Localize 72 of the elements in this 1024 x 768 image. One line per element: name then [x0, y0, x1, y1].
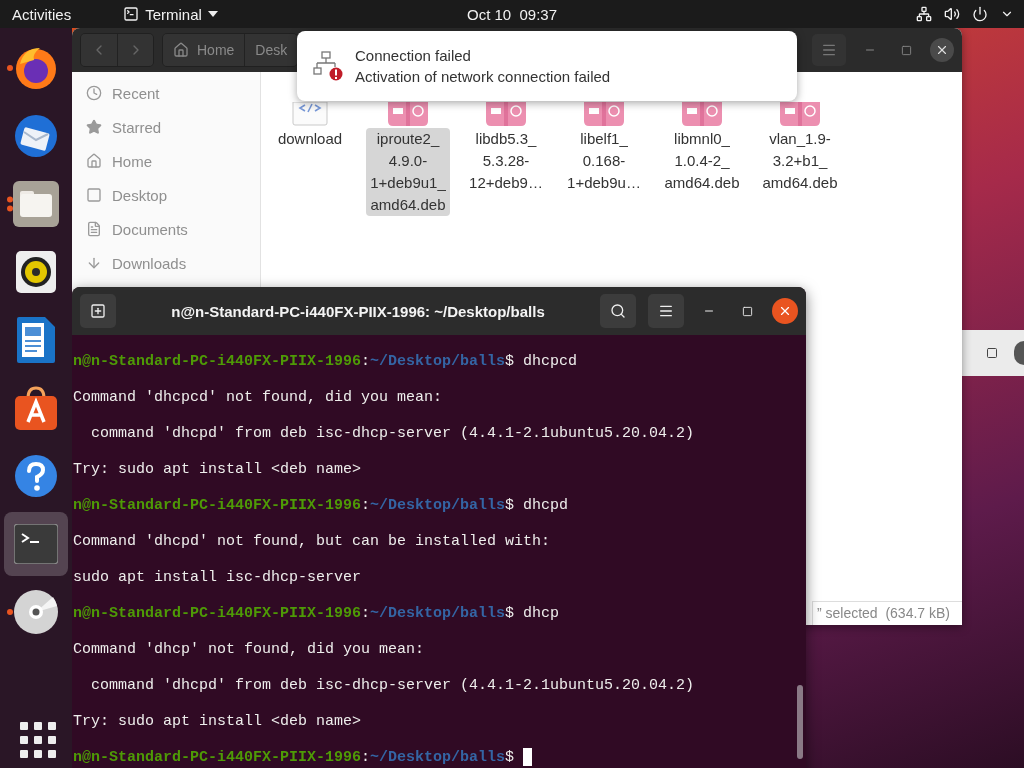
- volume-icon[interactable]: [944, 6, 960, 22]
- output-line: command 'dhcpd' from deb isc-dhcp-server (4.4.1-2.1ubuntu5.20.04.2): [90, 676, 695, 696]
- file-name[interactable]: libelf1_ 0.168- 1+deb9u…: [563, 128, 645, 194]
- close-icon: [778, 304, 792, 318]
- file-name[interactable]: vlan_1.9- 3.2+b1_ amd64.deb: [758, 128, 842, 194]
- help-icon: [14, 454, 58, 498]
- prompt-line: n@n-Standard-PC-i440FX-PIIX-1996:~/Desktop/balls$: [73, 740, 533, 768]
- maximize-icon[interactable]: [986, 347, 998, 359]
- output-line: command 'dhcpd' from deb isc-dhcp-server (4.4.1-2.1ubuntu5.20.04.2): [90, 424, 695, 444]
- speaker-icon: [16, 251, 56, 293]
- prompt-line: n@n-Standard-PC-i440FX-PIIX-1996:~/Desktop/balls$ dhcpd: [73, 496, 569, 516]
- network-error-icon: [313, 51, 343, 81]
- menu-icon: [658, 303, 674, 319]
- code-file-icon: [292, 102, 328, 126]
- package-icon: [486, 102, 526, 126]
- clock[interactable]: Oct 10 09:37: [466, 5, 558, 23]
- output-line: Command 'dhcpd' not found, but can be installed with:: [73, 532, 551, 552]
- terminal-icon: [123, 6, 140, 22]
- path-button[interactable]: Home: [163, 34, 245, 66]
- notification-title: Connection failed: [355, 47, 472, 64]
- power-icon[interactable]: [972, 6, 988, 22]
- new-tab-button[interactable]: [80, 294, 116, 328]
- file-name[interactable]: iproute2_ 4.9.0- 1+deb9u1_ amd64.deb: [366, 128, 450, 216]
- window-title: n@n-Standard-PC-i440FX-PIIX-1996: ~/Desktop/balls: [170, 302, 546, 320]
- app-grid-icon[interactable]: [18, 720, 54, 756]
- notification-body: Activation of network connection failed: [355, 68, 611, 85]
- maximize-icon: [900, 44, 912, 56]
- package-icon: [388, 102, 428, 126]
- file-name[interactable]: libdb5.3_ 5.3.28- 12+deb9…: [465, 128, 547, 194]
- download-icon: [86, 255, 102, 271]
- path-button[interactable]: Desk: [244, 34, 298, 66]
- menu-icon: [821, 42, 837, 58]
- document-icon: [17, 317, 55, 363]
- prompt-line: n@n-Standard-PC-i440FX-PIIX-1996:~/Desktop/balls$ dhcp: [73, 604, 560, 624]
- status-label: ” selected (634.7 kB): [811, 601, 962, 625]
- network-icon[interactable]: [916, 6, 932, 22]
- search-icon: [610, 303, 626, 319]
- maximize-icon: [741, 305, 753, 317]
- close-button[interactable]: [772, 298, 798, 324]
- app-menu[interactable]: Terminal: [123, 5, 218, 23]
- output-line: sudo apt install isc-dhcp-server: [73, 568, 362, 588]
- scrollbar[interactable]: [797, 685, 803, 759]
- output-line: Command 'dhcp' not found, did you mean:: [73, 640, 425, 660]
- file-name[interactable]: download: [273, 128, 347, 150]
- package-icon: [682, 102, 722, 126]
- output-line: Try: sudo apt install <deb name>: [73, 712, 362, 732]
- shopping-bag-icon: [15, 386, 57, 430]
- desktop-icon: [86, 187, 102, 203]
- package-icon: [780, 102, 820, 126]
- close-button[interactable]: [930, 38, 954, 62]
- caret-icon: [207, 11, 218, 17]
- thunderbird-icon: [12, 112, 60, 160]
- close-button[interactable]: [1014, 341, 1024, 365]
- output-line: Try: sudo apt install <deb name>: [73, 460, 362, 480]
- terminal-icon: [14, 524, 58, 564]
- file-name[interactable]: libmnl0_ 1.0.4-2_ amd64.deb: [660, 128, 744, 194]
- close-icon: [935, 43, 949, 57]
- disc-icon: [13, 589, 59, 635]
- activities-button[interactable]: Activities: [12, 5, 72, 23]
- home-icon: [173, 42, 189, 58]
- output-line: Command 'dhcpcd' not found, did you mean:: [73, 388, 443, 408]
- notification[interactable]: Connection failed Activation of network connection failed: [297, 31, 797, 101]
- prompt-line: n@n-Standard-PC-i440FX-PIIX-1996:~/Desktop/balls$ dhcpcd: [73, 352, 578, 372]
- document-icon: [86, 221, 102, 237]
- clock-icon: [86, 85, 102, 101]
- home-icon: [86, 153, 102, 169]
- menu-button[interactable]: [648, 294, 684, 328]
- plus-icon: [90, 303, 106, 319]
- folder-icon: [13, 181, 59, 227]
- star-icon: [86, 119, 102, 135]
- search-button[interactable]: [600, 294, 636, 328]
- package-icon: [584, 102, 624, 126]
